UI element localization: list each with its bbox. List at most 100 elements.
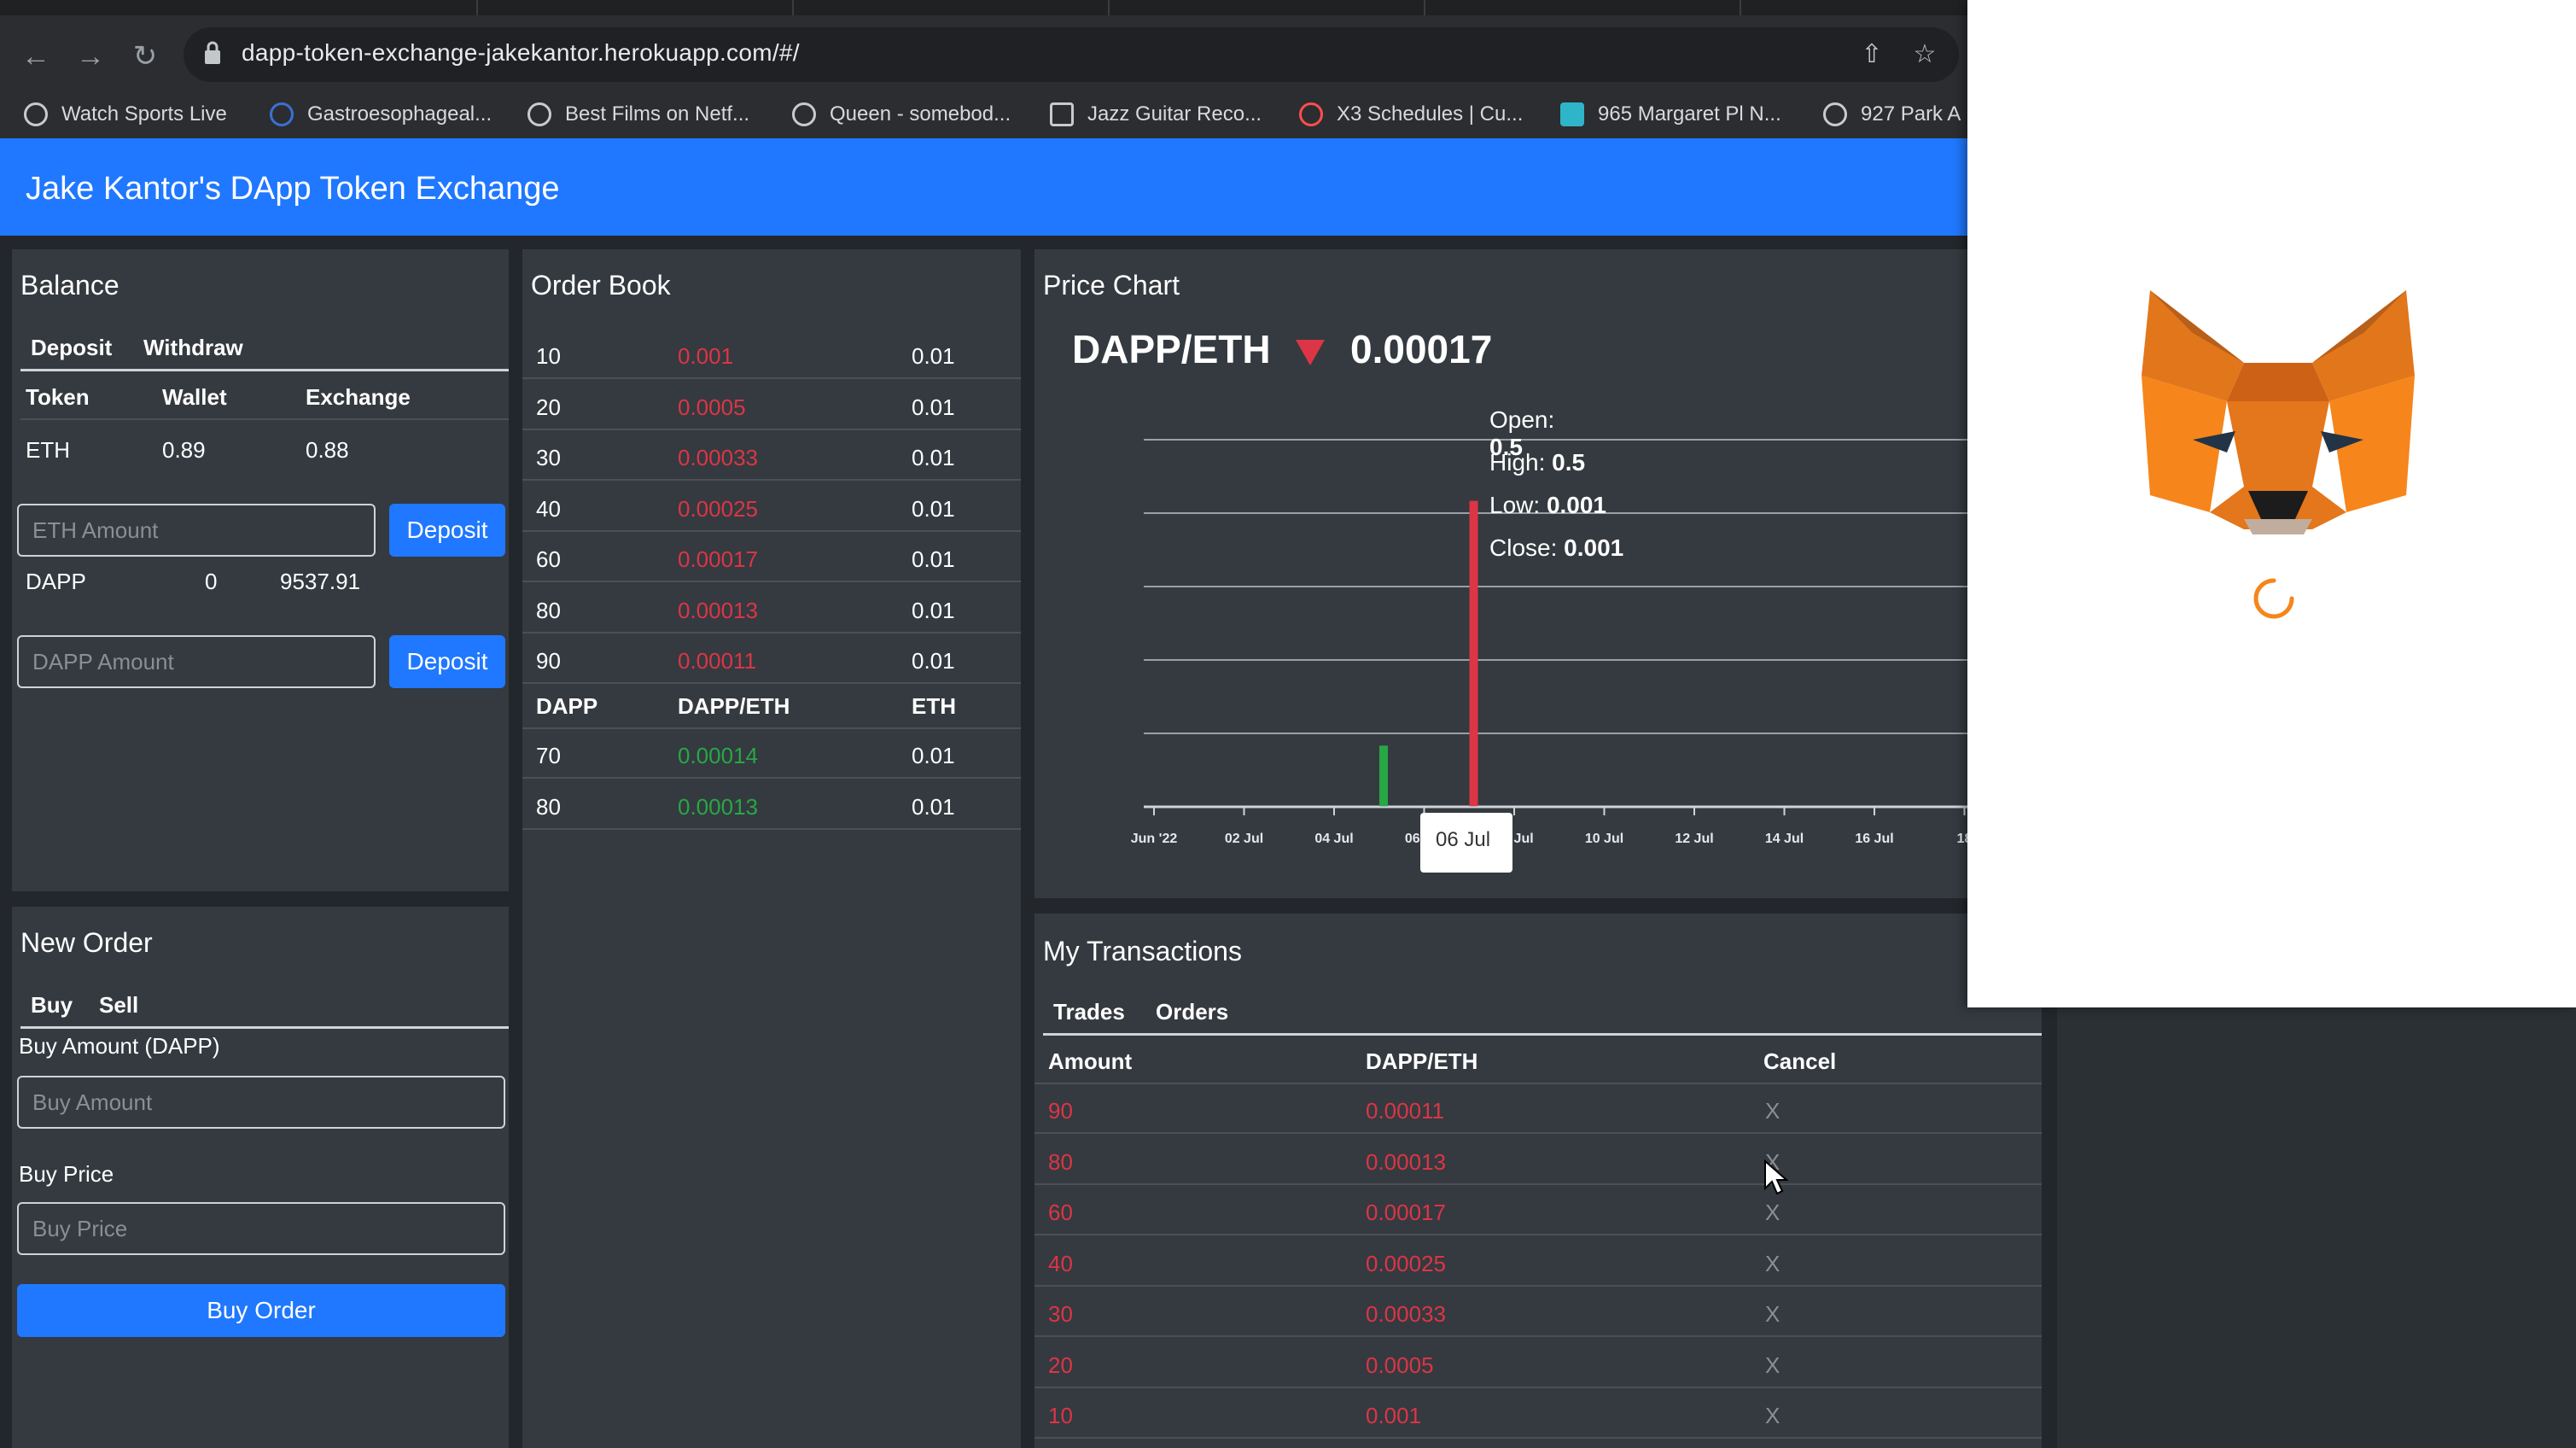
order-row[interactable]: 80 0.00013 0.01 [522, 780, 1021, 830]
cancel-button[interactable]: X [1765, 1301, 1780, 1328]
order-price: 0.00013 [678, 597, 758, 623]
bookmark-item[interactable]: X3 Schedules | Cu... [1299, 99, 1523, 130]
dapp-amount-input[interactable] [17, 635, 376, 688]
tab-buy[interactable]: Buy [31, 992, 73, 1019]
order-amount: 60 [536, 546, 561, 572]
low-value: Low: 0.001 [1489, 492, 1607, 518]
order-row[interactable]: 40 0.00025 0.01 [522, 482, 1021, 532]
buy-amount-label: Buy Amount (DAPP) [19, 1033, 220, 1059]
bookmarks-bar: Watch Sports Live Gastroesophageal... Be… [0, 92, 1967, 138]
cancel-button[interactable]: X [1765, 1098, 1780, 1124]
bookmark-item[interactable]: Jazz Guitar Reco... [1050, 99, 1262, 130]
bookmark-item[interactable]: 927 Park A [1823, 99, 1961, 130]
bookmark-item[interactable]: 965 Margaret Pl N... [1560, 99, 1781, 130]
tx-price: 0.00013 [1366, 1148, 1446, 1175]
transaction-row: 30 0.00033 X [1034, 1287, 2042, 1337]
tab-trades[interactable]: Trades [1053, 999, 1125, 1025]
tab-strip [0, 0, 2057, 15]
candle-up[interactable] [1379, 745, 1389, 807]
order-amount: 10 [536, 343, 561, 369]
buy-amount-input[interactable] [17, 1076, 505, 1129]
close-value: Close: 0.001 [1489, 534, 1624, 561]
metamask-popup[interactable] [1967, 0, 2576, 1007]
order-book-panel: Order Book 10 0.001 0.01 20 0.0005 0.01 30 0.00… [522, 249, 1021, 1448]
tab-withdraw[interactable]: Withdraw [143, 335, 243, 361]
price-chart-title: Price Chart [1043, 270, 1180, 301]
bookmark-item[interactable]: Best Films on Netf... [527, 99, 749, 130]
cancel-button[interactable]: X [1765, 1251, 1780, 1277]
new-order-panel: New Order Buy Sell Buy Amount (DAPP) Buy… [12, 907, 509, 1448]
order-price: 0.0005 [678, 394, 746, 420]
divider [522, 428, 1021, 430]
tx-price: 0.00025 [1366, 1250, 1446, 1276]
order-row[interactable]: 90 0.00011 0.01 [522, 634, 1021, 684]
divider [1034, 1386, 2042, 1388]
order-eth: 0.01 [912, 445, 955, 470]
x-tick-label: 16 Jul [1855, 832, 1893, 846]
tab-deposit[interactable]: Deposit [31, 335, 112, 361]
x-tick-label: 10 Jul [1585, 832, 1623, 846]
divider [20, 418, 509, 420]
buy-price-input[interactable] [17, 1202, 505, 1255]
back-icon[interactable]: ← [19, 39, 53, 73]
tab-orders[interactable]: Orders [1156, 999, 1228, 1025]
address-bar[interactable]: dapp-token-exchange-jakekantor.herokuapp… [184, 27, 1959, 82]
eth-amount-input[interactable] [17, 504, 376, 557]
eth-wallet-balance: 0.89 [162, 437, 206, 463]
buy-order-button[interactable]: Buy Order [17, 1284, 505, 1337]
col-header-cancel: Cancel [1763, 1048, 1837, 1074]
tab-sell[interactable]: Sell [99, 992, 138, 1019]
globe-icon [24, 102, 48, 126]
order-price: 0.00017 [678, 546, 758, 572]
loading-spinner-icon [2253, 578, 2294, 619]
bookmark-star-icon[interactable]: ☆ [1909, 39, 1940, 70]
browser-tab[interactable] [794, 0, 1110, 15]
order-eth: 0.01 [912, 546, 955, 572]
forward-icon[interactable]: → [73, 39, 108, 73]
browser-tab[interactable] [1110, 0, 1425, 15]
order-row[interactable]: 10 0.001 0.01 [522, 330, 1021, 379]
tx-price: 0.00011 [1366, 1098, 1445, 1124]
app-title[interactable]: Jake Kantor's DApp Token Exchange [26, 171, 560, 207]
order-price: 0.00011 [678, 648, 757, 674]
order-amount: 80 [536, 793, 561, 820]
bookmark-item[interactable]: Queen - somebod... [792, 99, 1011, 130]
order-row[interactable]: 80 0.00013 0.01 [522, 584, 1021, 634]
order-book-title: Order Book [531, 270, 671, 301]
url-text[interactable]: dapp-token-exchange-jakekantor.herokuapp… [242, 39, 800, 67]
divider [522, 682, 1021, 684]
reload-icon[interactable]: ↻ [128, 39, 162, 73]
order-amount: 40 [536, 495, 561, 522]
bookmark-item[interactable]: Watch Sports Live [24, 99, 227, 130]
divider [522, 631, 1021, 634]
app-navbar: Jake Kantor's DApp Token Exchange [0, 138, 1967, 236]
order-row[interactable]: 70 0.00014 0.01 [522, 729, 1021, 779]
order-row[interactable]: 20 0.0005 0.01 [522, 381, 1021, 430]
tx-amount: 80 [1048, 1148, 1073, 1175]
eth-deposit-button[interactable]: Deposit [389, 504, 505, 557]
candlestick-chart[interactable]: Jun '2202 Jul04 Jul06 Jul08 Jul10 Jul12 … [1110, 410, 1967, 896]
bookmark-item[interactable]: Gastroesophageal... [270, 99, 492, 130]
cursor-icon [1764, 1159, 1789, 1195]
last-price: 0.00017 [1350, 327, 1493, 371]
transaction-row: 90 0.00011 X [1034, 1084, 2042, 1134]
tx-price: 0.001 [1366, 1403, 1422, 1428]
candles [1379, 500, 1478, 807]
share-icon[interactable]: ⇧ [1856, 39, 1887, 70]
balance-title: Balance [20, 270, 119, 301]
browser-tab[interactable] [478, 0, 794, 15]
cancel-button[interactable]: X [1765, 1403, 1780, 1429]
cancel-button[interactable]: X [1765, 1352, 1780, 1379]
browser-tab[interactable] [162, 0, 478, 15]
order-row[interactable]: 60 0.00017 0.01 [522, 533, 1021, 582]
divider [1034, 1284, 2042, 1287]
my-transactions-title: My Transactions [1043, 936, 1242, 966]
dapp-deposit-button[interactable]: Deposit [389, 635, 505, 688]
order-row[interactable]: 30 0.00033 0.01 [522, 431, 1021, 481]
order-price: 0.001 [678, 343, 734, 369]
candle-down[interactable] [1469, 500, 1478, 807]
divider [522, 777, 1021, 779]
x-tick-label: 18 [1957, 832, 1967, 846]
cancel-button[interactable]: X [1765, 1200, 1780, 1226]
browser-tab[interactable] [1425, 0, 1741, 15]
